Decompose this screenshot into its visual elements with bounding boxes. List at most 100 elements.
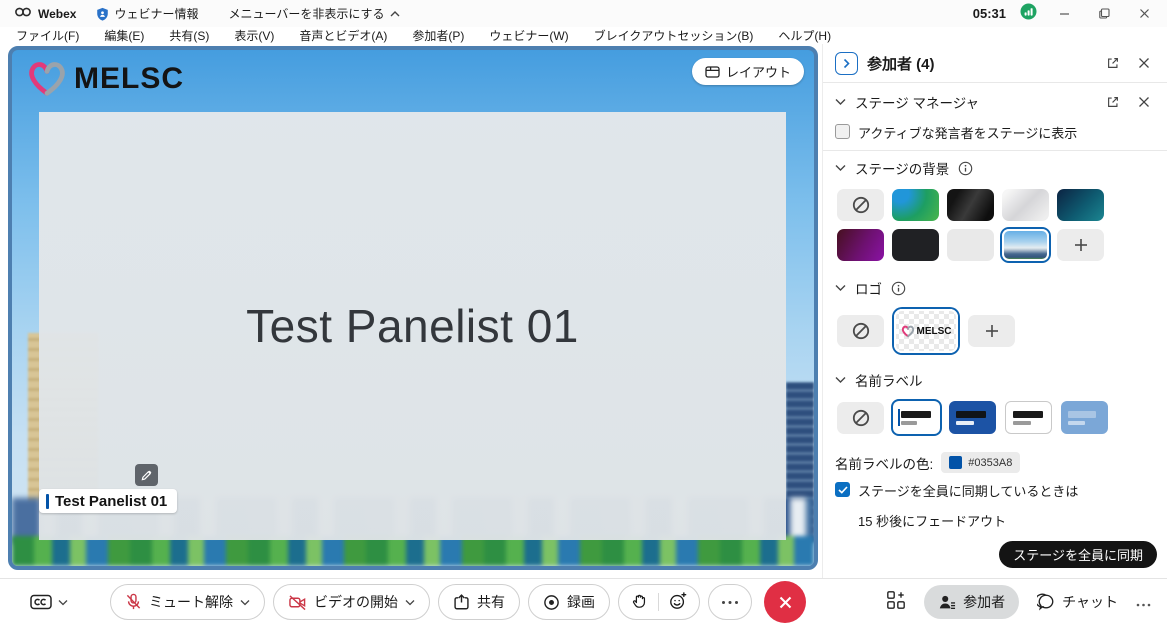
name-label-color-picker[interactable]: #0353A8	[941, 452, 1020, 473]
chat-bubble-icon	[1037, 593, 1055, 611]
name-label-color-row: 名前ラベルの色: #0353A8	[823, 444, 1167, 479]
raise-hand-button[interactable]	[631, 592, 648, 613]
menu-help[interactable]: ヘルプ(H)	[778, 27, 831, 44]
popout-stage-manager-icon[interactable]	[1102, 91, 1124, 113]
bg-option-purple-gradient[interactable]	[837, 229, 884, 261]
chevron-right-icon	[842, 58, 851, 69]
sync-fade-checkbox[interactable]	[835, 482, 850, 497]
active-speaker-checkbox[interactable]	[835, 124, 850, 139]
participants-panel: 参加者 (4) ステージ マネージャ アクティブな発言者をステージに表示 ステー…	[822, 44, 1167, 578]
bg-option-city-selected[interactable]	[1002, 229, 1049, 261]
shield-icon	[96, 7, 109, 21]
logo-option-none[interactable]	[837, 315, 884, 347]
label-option-translucent[interactable]	[1061, 401, 1108, 434]
logo-header: ロゴ	[823, 271, 1167, 305]
close-window-button[interactable]	[1131, 4, 1157, 24]
melsc-heart-icon	[901, 325, 915, 338]
ellipsis-icon	[721, 600, 739, 605]
menu-file[interactable]: ファイル(F)	[16, 27, 79, 44]
edit-name-label-button[interactable]	[135, 464, 158, 486]
webinar-info-button[interactable]: ウェビナー情報	[96, 5, 198, 22]
bg-option-green-gradient[interactable]	[892, 189, 939, 221]
menu-edit[interactable]: 編集(E)	[104, 27, 144, 44]
popout-panel-icon[interactable]	[1102, 52, 1124, 74]
share-icon	[453, 594, 470, 611]
close-panel-icon[interactable]	[1133, 52, 1155, 74]
close-stage-manager-icon[interactable]	[1133, 91, 1155, 113]
chevron-up-icon	[390, 10, 400, 18]
color-swatch	[949, 456, 962, 469]
more-options-button[interactable]	[708, 584, 752, 620]
layout-button[interactable]: レイアウト	[692, 58, 804, 85]
webex-window: Webex ウェビナー情報 メニューバーを非表示にする 05:31 ファイル(F…	[0, 0, 1167, 625]
chevron-down-icon[interactable]	[835, 284, 846, 292]
bg-option-dark[interactable]	[892, 229, 939, 261]
unmute-button[interactable]: ミュート解除	[110, 584, 265, 620]
mic-muted-icon	[125, 593, 142, 611]
maximize-button[interactable]	[1091, 4, 1117, 24]
minimize-button[interactable]	[1051, 4, 1077, 24]
chat-button[interactable]: チャット	[1037, 592, 1118, 612]
participants-toggle-button[interactable]: 参加者	[924, 585, 1019, 619]
call-controls: ミュート解除 ビデオの開始 共有 録画	[110, 581, 806, 623]
menu-view[interactable]: 表示(V)	[234, 27, 274, 44]
bg-option-black-wave[interactable]	[947, 189, 994, 221]
sync-stage-button[interactable]: ステージを全員に同期	[999, 541, 1157, 568]
plus-icon	[1074, 238, 1088, 252]
close-icon	[778, 595, 793, 610]
record-button[interactable]: 録画	[528, 584, 610, 620]
info-icon[interactable]	[958, 161, 973, 176]
apps-grid-icon	[886, 590, 906, 610]
name-label-header: 名前ラベル	[823, 363, 1167, 397]
bg-option-white-silk[interactable]	[1002, 189, 1049, 221]
label-option-blue-solid[interactable]	[949, 401, 996, 434]
logo-title: ロゴ	[855, 278, 882, 298]
more-panels-button[interactable]	[1136, 594, 1151, 610]
logo-option-add-button[interactable]	[968, 315, 1015, 347]
reactions-button[interactable]	[669, 592, 687, 613]
apps-button[interactable]	[886, 590, 906, 615]
stage-logo: MELSC	[26, 60, 184, 98]
background-options	[823, 185, 1167, 271]
collapse-panel-button[interactable]	[835, 52, 858, 75]
stage-background-header: ステージの背景	[823, 151, 1167, 185]
menu-audio-video[interactable]: 音声とビデオ(A)	[299, 27, 387, 44]
logo-options: MELSC	[823, 305, 1167, 363]
menu-webinar[interactable]: ウェビナー(W)	[489, 27, 568, 44]
label-option-plain[interactable]	[1005, 401, 1052, 434]
info-icon[interactable]	[891, 281, 906, 296]
chevron-down-icon[interactable]	[835, 376, 846, 384]
bg-option-none[interactable]	[837, 189, 884, 221]
menu-share[interactable]: 共有(S)	[169, 27, 209, 44]
bg-option-light-gray[interactable]	[947, 229, 994, 261]
reactions-group	[618, 584, 700, 620]
connection-quality-icon[interactable]	[1020, 3, 1037, 25]
chevron-down-icon[interactable]	[835, 98, 846, 106]
speaker-name-label: Test Panelist 01	[39, 489, 177, 513]
captions-button[interactable]	[30, 594, 68, 611]
start-video-button[interactable]: ビデオの開始	[273, 584, 430, 620]
layout-icon	[705, 66, 720, 78]
panel-controls: 参加者 チャット	[886, 585, 1151, 619]
hide-menubar-button[interactable]: メニューバーを非表示にする	[228, 5, 399, 22]
name-label-accent-bar	[46, 494, 49, 509]
ellipsis-icon	[1136, 603, 1151, 607]
share-button[interactable]: 共有	[438, 584, 520, 620]
menu-participants[interactable]: 参加者(P)	[412, 27, 464, 44]
name-label-options	[823, 397, 1167, 444]
camera-off-icon	[288, 594, 307, 611]
leave-meeting-button[interactable]	[764, 581, 806, 623]
stage-logo-text: MELSC	[74, 62, 184, 96]
bg-option-teal-gradient[interactable]	[1057, 189, 1104, 221]
label-option-none[interactable]	[837, 402, 884, 434]
stage-manager-title: ステージ マネージャ	[855, 92, 979, 112]
app-title: Webex	[38, 7, 76, 21]
bg-option-add-button[interactable]	[1057, 229, 1104, 261]
menu-breakout[interactable]: ブレイクアウトセッション(B)	[594, 27, 754, 44]
label-option-accent-selected[interactable]	[893, 401, 940, 434]
name-label-title: 名前ラベル	[855, 370, 923, 390]
chevron-down-icon[interactable]	[835, 164, 846, 172]
logo-option-melsc-selected[interactable]: MELSC	[894, 309, 958, 353]
panel-header: 参加者 (4)	[823, 44, 1167, 82]
color-hex-value: #0353A8	[968, 457, 1012, 469]
